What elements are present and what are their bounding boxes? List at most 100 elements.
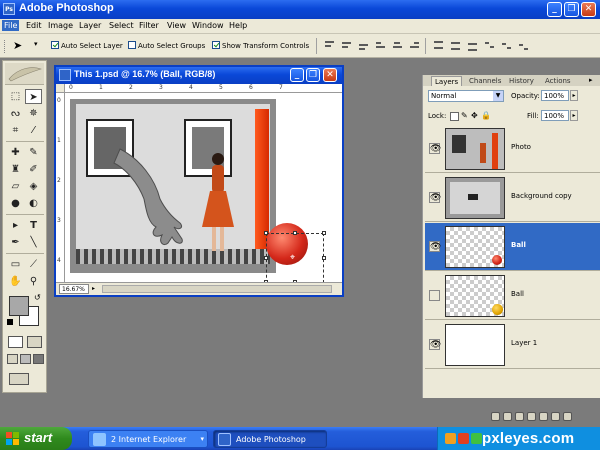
ruler-origin[interactable] [56,84,65,93]
transform-handle[interactable] [264,256,268,260]
taskbar-item-photoshop[interactable]: Adobe Photoshop [213,430,327,448]
document-close-button[interactable]: ✕ [323,68,337,82]
menu-file[interactable]: File [2,20,20,31]
transform-handle[interactable] [264,231,268,235]
opacity-field[interactable]: 100% [541,90,569,101]
start-button[interactable]: start [0,427,72,450]
document-maximize-button[interactable]: ❐ [306,68,320,82]
distribute-right-icon[interactable] [517,40,530,51]
eye-icon[interactable]: 👁 [429,192,441,203]
eye-icon[interactable]: 👁 [429,241,441,252]
lock-position-icon[interactable]: ✥ [471,111,478,120]
paint-bucket-tool-icon[interactable]: ◈ [25,179,42,194]
screen-mode-full-icon[interactable] [33,354,44,364]
trash-icon[interactable] [563,412,572,421]
magic-wand-tool-icon[interactable]: ✵ [25,106,42,121]
opacity-slider-arrow-icon[interactable]: ▸ [570,90,578,101]
panel-menu-icon[interactable]: ▸ [589,76,593,84]
hand-tool-icon[interactable]: ✋ [7,274,24,289]
layer-row-layer-1[interactable]: 👁 Layer 1 [425,321,600,369]
align-vertical-center-icon[interactable] [340,40,353,51]
status-menu-icon[interactable]: ▸ [92,285,95,292]
layer-row-ball-selected[interactable]: 👁 Ball [425,223,600,271]
tray-app-icon[interactable] [458,433,469,444]
fill-field[interactable]: 100% [541,110,569,121]
align-bottom-icon[interactable] [357,40,370,51]
move-tool-preset-icon[interactable]: ➤ [13,39,22,52]
auto-select-layer-checkbox[interactable] [51,41,59,49]
type-tool-icon[interactable]: T [25,218,42,233]
chevron-down-icon[interactable]: ▼ [493,91,503,101]
align-right-icon[interactable] [408,40,421,51]
distribute-horizontal-center-icon[interactable] [500,40,513,51]
horizontal-scrollbar[interactable] [102,285,332,293]
slice-tool-icon[interactable]: ⁄ [25,123,42,138]
link-layers-icon[interactable] [491,412,500,421]
menu-edit[interactable]: Edit [24,20,44,31]
distribute-bottom-icon[interactable] [466,40,479,51]
image-canvas[interactable] [70,99,308,273]
options-grip[interactable] [4,40,7,53]
adjustment-layer-icon[interactable] [527,412,536,421]
menu-layer[interactable]: Layer [77,20,103,31]
tray-app-icon[interactable] [445,433,456,444]
blend-mode-select[interactable]: Normal ▼ [428,90,504,102]
transform-handle[interactable] [293,231,297,235]
menu-filter[interactable]: Filter [137,20,161,31]
eraser-tool-icon[interactable]: ▱ [7,179,24,194]
screen-mode-standard-icon[interactable] [7,354,18,364]
transform-center-icon[interactable]: ⌖ [290,253,295,263]
swap-colors-icon[interactable]: ↺ [34,293,41,302]
auto-select-groups-checkbox[interactable] [128,41,136,49]
align-top-icon[interactable] [323,40,336,51]
menu-window[interactable]: Window [190,20,226,31]
default-colors-icon[interactable] [7,319,13,325]
show-transform-controls-option[interactable]: Show Transform Controls [212,41,309,50]
layer-style-icon[interactable] [503,412,512,421]
menu-view[interactable]: View [165,20,188,31]
layer-row-ball[interactable]: Ball [425,272,600,320]
menu-image[interactable]: Image [46,20,75,31]
auto-select-layer-option[interactable]: Auto Select Layer [51,41,123,50]
transform-handle[interactable] [322,256,326,260]
visibility-toggle[interactable] [429,290,440,301]
distribute-top-icon[interactable] [432,40,445,51]
distribute-vertical-center-icon[interactable] [449,40,462,51]
move-tool-icon[interactable]: ➤ [25,89,42,104]
tab-history[interactable]: History [506,76,537,86]
history-brush-tool-icon[interactable]: ✐ [25,162,42,177]
lock-transparency-icon[interactable] [450,112,459,121]
menu-select[interactable]: Select [107,20,136,31]
foreground-color-swatch-top[interactable] [9,296,29,316]
eyedropper-tool-icon[interactable]: ⟋ [25,257,42,272]
distribute-left-icon[interactable] [483,40,496,51]
blur-tool-icon[interactable]: ● [7,196,24,211]
notes-tool-icon[interactable]: ▭ [7,257,24,272]
auto-select-groups-option[interactable]: Auto Select Groups [128,41,205,50]
transform-handle[interactable] [322,231,326,235]
menu-help[interactable]: Help [227,20,249,31]
healing-brush-tool-icon[interactable]: ✚ [7,145,24,160]
tab-layers[interactable]: Layers [431,76,463,86]
standard-mode-icon[interactable] [8,336,23,348]
fill-slider-arrow-icon[interactable]: ▸ [570,110,578,121]
tab-channels[interactable]: Channels [466,76,504,86]
pen-tool-icon[interactable]: ✒ [7,235,24,250]
eye-icon[interactable]: 👁 [429,143,441,154]
screen-mode-full-menu-icon[interactable] [20,354,31,364]
taskbar-item-internet-explorer[interactable]: 2 Internet Explorer ▾ [88,430,208,448]
dodge-tool-icon[interactable]: ◐ [25,196,42,211]
zoom-tool-icon[interactable]: ⚲ [25,274,42,289]
lock-image-icon[interactable]: ✎ [461,111,468,120]
align-horizontal-center-icon[interactable] [391,40,404,51]
line-tool-icon[interactable]: ╲ [25,235,42,250]
brush-tool-icon[interactable]: ✎ [25,145,42,160]
layer-row-photo[interactable]: 👁 Photo [425,125,600,173]
tab-actions[interactable]: Actions [542,76,574,86]
tray-network-icon[interactable] [471,433,482,444]
clone-stamp-tool-icon[interactable]: ♜ [7,162,24,177]
close-button[interactable]: ✕ [581,2,596,17]
chevron-down-icon[interactable]: ▾ [34,40,38,48]
lock-all-icon[interactable]: 🔒 [481,111,491,120]
document-minimize-button[interactable]: _ [290,68,304,82]
